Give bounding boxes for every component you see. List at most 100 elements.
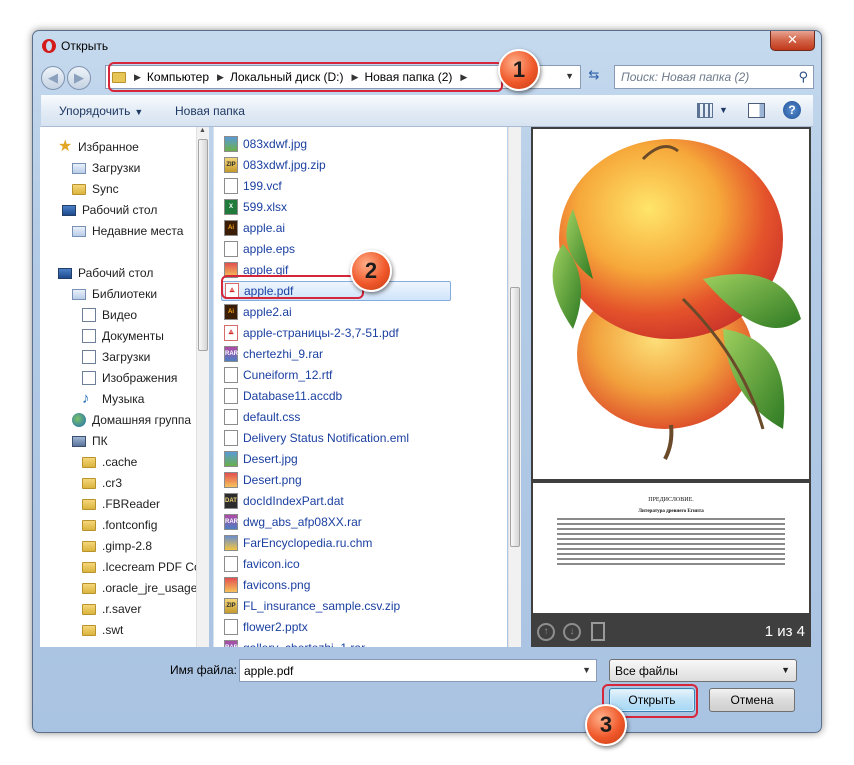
file-item[interactable]: ZIP FL_insurance_sample.csv.zip (224, 596, 400, 616)
sidebar-item-label: Загрузки (102, 350, 151, 364)
file-item[interactable]: default.css (224, 407, 300, 427)
navigation-scroll-thumb[interactable] (198, 139, 208, 351)
dialog-footer: Имя файла: apple.pdf ▼ Все файлы ▼ Откры… (32, 655, 822, 733)
file-item[interactable]: RAR chertezhi_9.rar (224, 344, 323, 364)
sidebar-item[interactable]: Загрузки (82, 347, 150, 367)
new-folder-button[interactable]: Новая папка (175, 104, 245, 118)
navigation-scrollbar[interactable]: ▲ (196, 127, 209, 647)
sidebar-item[interactable]: Видео (82, 305, 137, 325)
sidebar-item[interactable]: .swt (82, 620, 123, 640)
file-item[interactable]: Database11.accdb (224, 386, 342, 406)
excel-file-icon: X (224, 199, 238, 215)
preview-pane-icon[interactable] (748, 103, 765, 118)
file-name: apple.gif (243, 263, 289, 277)
close-button[interactable]: ✕ (770, 31, 815, 51)
sidebar-item[interactable]: .Icecream PDF Co (82, 557, 201, 577)
file-type-value: Все файлы (615, 664, 678, 678)
open-button[interactable]: Открыть (609, 688, 695, 712)
chevron-down-icon[interactable]: ▼ (719, 105, 728, 115)
chevron-down-icon[interactable]: ▼ (582, 665, 591, 675)
sidebar-item[interactable]: Рабочий стол (62, 200, 157, 220)
file-item[interactable]: Delivery Status Notification.eml (224, 428, 409, 448)
folder-icon (82, 540, 96, 552)
cancel-button[interactable]: Отмена (709, 688, 795, 712)
sidebar-item[interactable]: .cache (82, 452, 137, 472)
organize-button[interactable]: Упорядочить ▼ (59, 104, 143, 118)
file-item[interactable]: favicons.png (224, 575, 310, 595)
file-item[interactable]: apple.eps (224, 239, 295, 259)
file-name: apple.pdf (244, 284, 294, 298)
chevron-right-icon[interactable]: ▶ (352, 72, 359, 83)
sidebar-item[interactable]: .FBReader (82, 494, 160, 514)
refresh-icon[interactable]: ⇆ (583, 67, 605, 87)
file-item[interactable]: DAT docIdIndexPart.dat (224, 491, 344, 511)
sidebar-item[interactable]: Библиотеки (72, 284, 157, 304)
file-name: chertezhi_9.rar (243, 347, 324, 361)
filename-input[interactable]: apple.pdf ▼ (239, 659, 597, 682)
file-item[interactable]: Desert.png (224, 470, 302, 490)
breadcrumb-new-folder[interactable]: Новая папка (2) (364, 70, 452, 84)
file-item[interactable]: RAR gallery_chertezhi_1.rar (224, 638, 365, 647)
file-item-selected[interactable]: ⟁ apple.pdf (221, 281, 451, 301)
chevron-down-icon: ▼ (134, 107, 144, 117)
preview-text-line (557, 538, 785, 540)
page-icon[interactable] (591, 622, 605, 641)
forward-button[interactable]: ▶ (67, 66, 91, 90)
breadcrumb-computer[interactable]: Компьютер (147, 70, 209, 84)
eml-file-icon (224, 430, 238, 446)
search-input[interactable]: Поиск: Новая папка (2) ⚲ (614, 65, 814, 89)
file-item[interactable]: 199.vcf (224, 176, 282, 196)
sidebar-item[interactable]: .fontconfig (82, 515, 157, 535)
help-icon[interactable]: ? (783, 101, 801, 119)
file-list-scroll-thumb[interactable] (510, 287, 520, 547)
preview-page-image (533, 129, 809, 479)
chevron-right-icon[interactable]: ▶ (134, 72, 141, 83)
sidebar-item[interactable]: Недавние места (72, 221, 183, 241)
sidebar-item[interactable]: Загрузки (72, 158, 140, 178)
chevron-down-icon[interactable]: ▼ (781, 665, 790, 675)
file-item[interactable]: Desert.jpg (224, 449, 298, 469)
file-list-scrollbar[interactable] (508, 127, 521, 647)
sidebar-item[interactable]: .r.saver (82, 599, 141, 619)
view-options-icon[interactable] (697, 103, 713, 118)
file-item[interactable]: ZIP 083xdwf.jpg.zip (224, 155, 326, 175)
window-title: Открыть (61, 39, 109, 53)
next-page-icon[interactable]: ↓ (563, 623, 581, 641)
rar-file-icon: RAR (224, 514, 238, 530)
back-button[interactable]: ◀ (41, 66, 65, 90)
sidebar-item[interactable]: .gimp-2.8 (82, 536, 152, 556)
file-item[interactable]: 083xdwf.jpg (224, 134, 307, 154)
chevron-right-icon[interactable]: ▶ (460, 72, 467, 83)
search-icon[interactable]: ⚲ (798, 69, 808, 85)
file-name: apple2.ai (243, 305, 292, 319)
file-type-select[interactable]: Все файлы ▼ (609, 659, 797, 682)
sidebar-item[interactable]: Sync (72, 179, 119, 199)
sidebar-item[interactable]: Изображения (82, 368, 177, 388)
file-item[interactable]: FarEncyclopedia.ru.chm (224, 533, 372, 553)
downloads-folder-icon (72, 162, 86, 174)
file-name: apple.ai (243, 221, 286, 235)
sidebar-item[interactable]: ★ Избранное (58, 137, 139, 157)
chevron-down-icon[interactable]: ▼ (565, 71, 574, 81)
sidebar-item[interactable]: Домашняя группа (72, 410, 191, 430)
sidebar-item[interactable]: ♪ Музыка (82, 389, 144, 409)
file-item[interactable]: RAR dwg_abs_afp08XX.rar (224, 512, 362, 532)
file-item[interactable]: Ai apple2.ai (224, 302, 292, 322)
sidebar-item[interactable]: ПК (72, 431, 108, 451)
sidebar-item[interactable]: .cr3 (82, 473, 122, 493)
sidebar-item[interactable]: .oracle_jre_usage (82, 578, 197, 598)
file-item[interactable]: Cuneiform_12.rtf (224, 365, 332, 385)
chevron-right-icon[interactable]: ▶ (217, 72, 224, 83)
chevron-up-icon[interactable]: ▲ (199, 127, 206, 134)
sidebar-item[interactable]: Рабочий стол (58, 263, 153, 283)
file-item[interactable]: X 599.xlsx (224, 197, 287, 217)
sidebar-item[interactable]: Документы (82, 326, 164, 346)
breadcrumb-local-disk[interactable]: Локальный диск (D:) (230, 70, 344, 84)
file-item[interactable]: flower2.pptx (224, 617, 308, 637)
previous-page-icon[interactable]: ↑ (537, 623, 555, 641)
file-item[interactable]: Ai apple.ai (224, 218, 285, 238)
sidebar-item-label: .oracle_jre_usage (102, 581, 198, 595)
file-item[interactable]: favicon.ico (224, 554, 300, 574)
file-item[interactable]: ⟁ apple-страницы-2-3,7-51.pdf (224, 323, 399, 343)
file-item[interactable]: apple.gif (224, 260, 288, 280)
